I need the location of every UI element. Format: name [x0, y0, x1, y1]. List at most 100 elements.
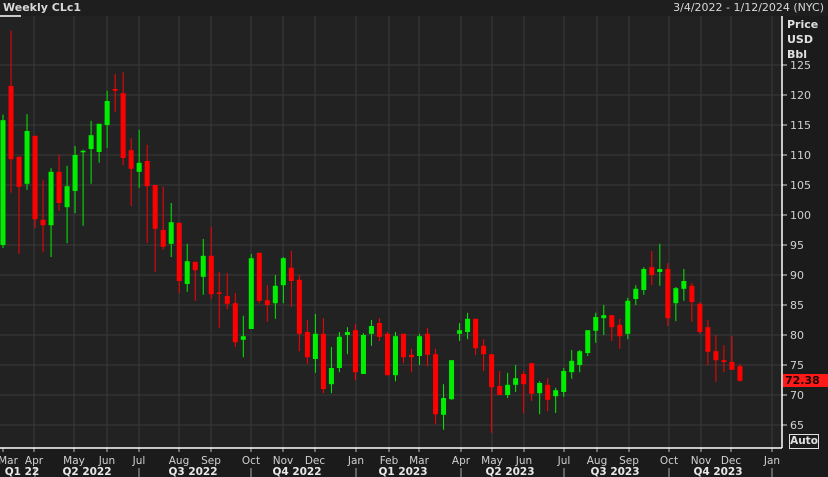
candle-down: [216, 292, 222, 294]
candle-down: [128, 150, 134, 169]
candle-down: [320, 333, 326, 389]
candle-up: [80, 150, 86, 153]
candle-up: [681, 281, 687, 289]
candle-down: [120, 93, 126, 158]
candle-down: [609, 315, 615, 328]
candle-up: [625, 300, 631, 334]
candle-up: [449, 360, 455, 400]
candlestick-chart[interactable]: 65707580859095100105110115120125Mar Apr Ma…: [0, 0, 828, 477]
candle-down: [208, 255, 214, 295]
y-axis-unit: Bbl: [787, 48, 807, 61]
candle-up: [633, 288, 639, 299]
candle-down: [497, 386, 503, 395]
quarter-label: Q3 2022: [168, 466, 217, 477]
y-tick-label: 110: [790, 149, 811, 162]
month-label: Oct: [660, 455, 678, 467]
candle-down: [649, 267, 655, 275]
candle-up: [593, 317, 599, 331]
candle-down: [617, 324, 623, 337]
quarter-label: Q1 22: [5, 466, 40, 477]
y-tick-label: 70: [790, 389, 804, 402]
candle-down: [376, 323, 382, 337]
candle-down: [713, 351, 719, 361]
y-tick-label: 120: [790, 89, 811, 102]
y-tick-label: 65: [790, 419, 804, 432]
candle-up: [48, 171, 54, 226]
candle-down: [721, 360, 727, 362]
candle-up: [360, 335, 366, 374]
candle-down: [433, 354, 439, 415]
candle-up: [641, 269, 647, 290]
candle-up: [344, 332, 350, 335]
candle-down: [16, 156, 22, 187]
candle-down: [288, 267, 294, 281]
month-label: Jan: [347, 455, 364, 467]
candle-up: [368, 326, 374, 334]
candle-up: [505, 384, 511, 395]
quarter-label: Q2 2023: [485, 466, 534, 477]
candle-down: [264, 300, 270, 305]
candle-up: [72, 155, 78, 191]
month-label: Oct: [242, 455, 260, 467]
candle-up: [64, 186, 70, 208]
candle-up: [417, 336, 423, 356]
candle-up: [441, 398, 447, 415]
candle-up: [513, 378, 519, 385]
candle-up: [240, 336, 246, 340]
candle-down: [224, 296, 230, 304]
candle-up: [569, 360, 575, 373]
candle-up: [104, 101, 110, 125]
candle-up: [136, 162, 142, 172]
y-tick-label: 90: [790, 269, 804, 282]
candle-up: [200, 255, 206, 277]
y-tick-label: 80: [790, 329, 804, 342]
candle-up: [312, 333, 318, 359]
candle-down: [489, 354, 495, 388]
candle-down: [40, 219, 46, 226]
candle-down: [473, 318, 479, 349]
candle-down: [425, 333, 431, 355]
y-axis-unit: USD: [787, 33, 813, 46]
y-tick-label: 100: [790, 209, 811, 222]
month-label: Jul: [132, 455, 146, 467]
candle-down: [32, 135, 38, 220]
y-tick-label: 85: [790, 299, 804, 312]
auto-scale-button[interactable]: Auto: [789, 434, 819, 449]
candle-down: [160, 230, 166, 247]
candle-up: [457, 330, 463, 334]
candle-up: [24, 131, 30, 184]
plot-area: [0, 16, 782, 448]
candle-down: [192, 261, 198, 271]
candle-down: [409, 354, 415, 358]
candle-down: [737, 366, 743, 381]
candle-up: [577, 351, 583, 365]
candle-up: [328, 368, 334, 385]
candle-down: [401, 333, 406, 358]
y-tick-label: 75: [790, 359, 804, 372]
y-tick-label: 115: [790, 119, 811, 132]
candle-up: [168, 222, 174, 244]
candle-down: [545, 384, 551, 400]
month-label: Apr: [452, 455, 471, 467]
y-tick-label: 95: [790, 239, 804, 252]
quarter-label: Q4 2022: [272, 466, 321, 477]
candle-up: [184, 261, 190, 284]
candle-down: [304, 332, 310, 358]
candle-up: [88, 135, 94, 149]
candle-down: [384, 333, 390, 376]
candle-down: [144, 161, 150, 187]
candle-down: [232, 303, 238, 343]
candle-up: [585, 330, 591, 353]
candle-down: [521, 374, 527, 385]
candle-up: [392, 336, 398, 376]
candle-down: [729, 362, 735, 370]
candle-up: [336, 336, 342, 368]
candle-down: [352, 330, 358, 373]
candle-down: [529, 363, 535, 394]
y-tick-label: 105: [790, 179, 811, 192]
candle-down: [697, 303, 703, 332]
candle-down: [296, 279, 302, 334]
candle-up: [601, 315, 607, 319]
candle-up: [96, 123, 102, 152]
last-price-tag: 72.38: [783, 374, 828, 387]
